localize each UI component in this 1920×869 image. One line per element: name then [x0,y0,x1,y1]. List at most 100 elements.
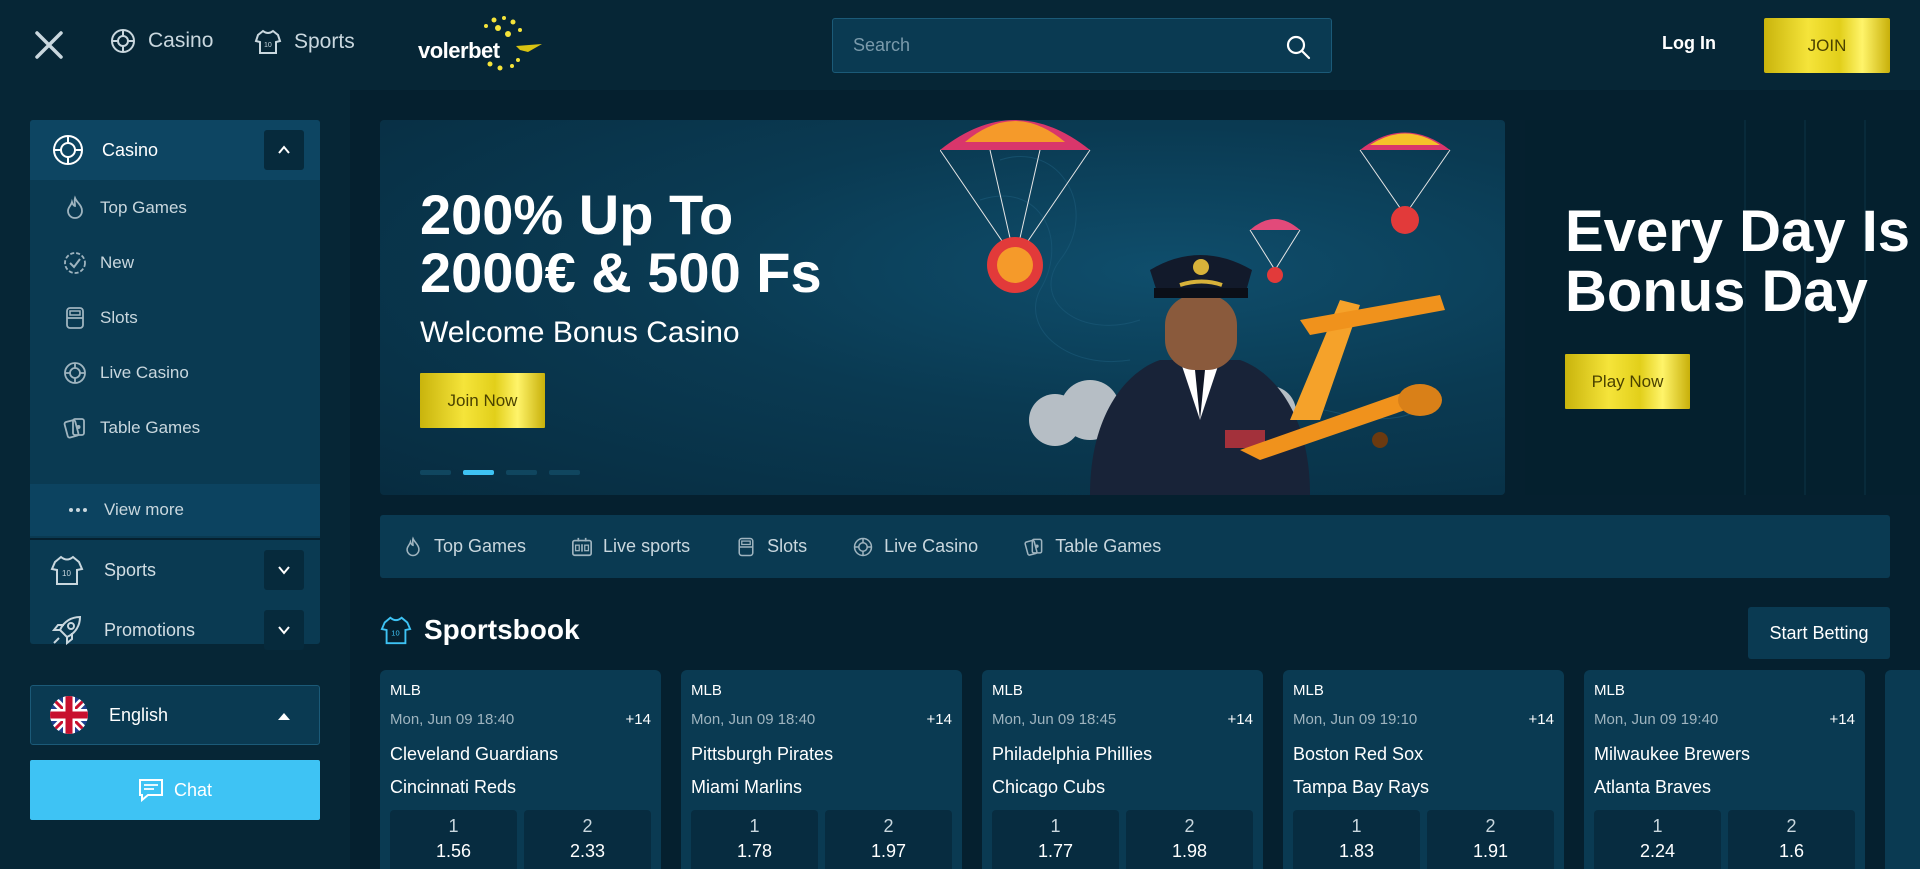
casino-collapse-button[interactable] [264,130,304,170]
chat-label: Chat [173,779,213,800]
rocket-icon [51,615,82,646]
jersey-icon: 10 [50,555,84,585]
category-label: Live sports [603,536,691,556]
nav-sports-label: Sports [294,30,355,53]
top-header: Casino 10 Sports volerbet Log In JOIN [0,0,1920,90]
promotions-expand-button[interactable] [264,610,304,650]
svg-text:10: 10 [391,629,399,638]
away-team: Atlanta Braves [1594,777,1712,797]
search-box[interactable] [832,18,1332,73]
sidebar-item-sports[interactable]: 10 Sports [30,540,320,600]
scoreboard-icon [572,537,593,556]
more-markets-count[interactable]: +14 [626,711,651,728]
chat-button[interactable]: Chat [30,760,320,820]
chevron-down-icon [278,626,290,635]
more-markets-count[interactable]: +14 [1228,711,1253,728]
home-team: Milwaukee Brewers [1594,744,1751,764]
roulette-icon [853,537,873,556]
sidebar-item-new[interactable]: New [30,235,320,290]
category-table-games[interactable]: Table Games [1023,536,1161,558]
svg-text:10: 10 [62,569,71,578]
flame-icon [67,194,83,219]
sportsbook-title: Sportsbook [424,614,580,645]
event-league: MLB [390,682,421,699]
brand-logo[interactable]: volerbet [418,16,542,74]
banner-title: 200% Up To 2000€ & 500 Fs [420,186,822,302]
event-card[interactable]: MLB Mon, Jun 09 19:40 +14 Milwaukee Brew… [1584,670,1865,869]
nav-sports[interactable]: 10 Sports [254,28,355,56]
event-card[interactable]: MLB Mon, Jun 09 18:40 +14 Cleveland Guar… [380,670,661,869]
sidebar-item-top-games[interactable]: Top Games [30,180,320,235]
event-league: MLB [1293,682,1324,699]
category-live-sports[interactable]: Live sports [571,536,690,558]
sidebar-menu: Casino Top Games New Slots Live Casino T… [30,120,320,650]
chevron-up-icon [278,145,290,154]
odds-button-2[interactable]: 2 1.97 [825,810,952,869]
search-input[interactable] [833,19,1273,72]
close-icon[interactable] [32,28,66,62]
sidebar-item-live-casino[interactable]: Live Casino [30,345,320,400]
language-label: English [109,704,169,725]
event-card[interactable]: MLB Mon, Jun 09 18:40 +14 Pittsburgh Pir… [681,670,962,869]
uk-flag-icon [50,696,88,734]
category-slots[interactable]: Slots [735,536,807,558]
sports-expand-button[interactable] [264,550,304,590]
more-markets-count[interactable]: +14 [927,711,952,728]
promo-banner-2[interactable]: Every Day Is Bonus Day Play Now [1525,120,1920,495]
sidebar-item-table-games[interactable]: Table Games [30,400,320,455]
odds-value: 1.77 [1037,841,1074,861]
odds-button-1[interactable]: 1 2.24 [1594,810,1721,869]
odds-button-2[interactable]: 2 1.98 [1126,810,1253,869]
sidebar-item-slots[interactable]: Slots [30,290,320,345]
sidebar: Casino Top Games New Slots Live Casino T… [0,90,350,869]
sportsbook-header: 10 Sportsbook [380,614,580,646]
more-markets-count[interactable]: +14 [1529,711,1554,728]
event-card[interactable]: MLB Mon, Jun 09 18:45 +14 Philadelphia P… [982,670,1263,869]
odds-button-2[interactable]: 2 1.6 [1728,810,1855,869]
event-card[interactable]: MLB Mon, Jun 09 19:10 +14 Boston Red Sox… [1283,670,1564,869]
category-live-casino[interactable]: Live Casino [852,536,978,558]
login-button[interactable]: Log In [1662,33,1716,54]
cards-icon [63,417,85,438]
home-team: Pittsburgh Pirates [691,744,834,764]
carousel-dot[interactable] [420,470,451,475]
banner2-title-line1: Every Day Is [1565,199,1911,264]
odds-label: 1 [1351,816,1362,836]
sidebar-item-label: New [100,252,135,272]
hero-banner[interactable]: 200% Up To 2000€ & 500 Fs Welcome Bonus … [380,120,1505,495]
odds-button-2[interactable]: 2 2.33 [524,810,651,869]
category-bar: Top Games Live sports Slots Live Casino … [380,515,1890,578]
carousel-dot-active[interactable] [463,470,494,475]
sidebar-item-promotions[interactable]: Promotions [30,600,320,660]
odds-button-1[interactable]: 1 1.56 [390,810,517,869]
odds-label: 1 [1652,816,1663,836]
sidebar-view-more[interactable]: View more [30,484,320,536]
slot-machine-icon [66,306,84,329]
away-team: Cincinnati Reds [390,777,517,797]
search-icon[interactable] [1285,34,1311,60]
more-markets-count[interactable]: +14 [1830,711,1855,728]
join-button[interactable]: JOIN [1764,18,1890,73]
odds-label: 2 [582,816,593,836]
nav-casino[interactable]: Casino [110,28,213,54]
event-card-partial[interactable] [1885,670,1920,869]
odds-button-1[interactable]: 1 1.83 [1293,810,1420,869]
play-now-button[interactable]: Play Now [1565,354,1690,409]
sidebar-item-label: Slots [100,307,138,327]
carousel-dot[interactable] [506,470,537,475]
sidebar-item-label: Table Games [100,417,201,437]
join-now-button[interactable]: Join Now [420,373,545,428]
odds-button-1[interactable]: 1 1.78 [691,810,818,869]
odds-value: 1.97 [870,841,907,861]
odds-button-2[interactable]: 2 1.91 [1427,810,1554,869]
roulette-icon [111,29,135,53]
odds-label: 1 [1050,816,1061,836]
category-label: Live Casino [884,536,979,556]
start-betting-button[interactable]: Start Betting [1748,607,1890,659]
category-top-games[interactable]: Top Games [402,535,526,558]
language-selector[interactable]: English [30,685,320,745]
odds-value: 1.83 [1338,841,1375,861]
carousel-dot[interactable] [549,470,580,475]
odds-button-1[interactable]: 1 1.77 [992,810,1119,869]
sidebar-item-casino[interactable]: Casino [30,120,320,180]
